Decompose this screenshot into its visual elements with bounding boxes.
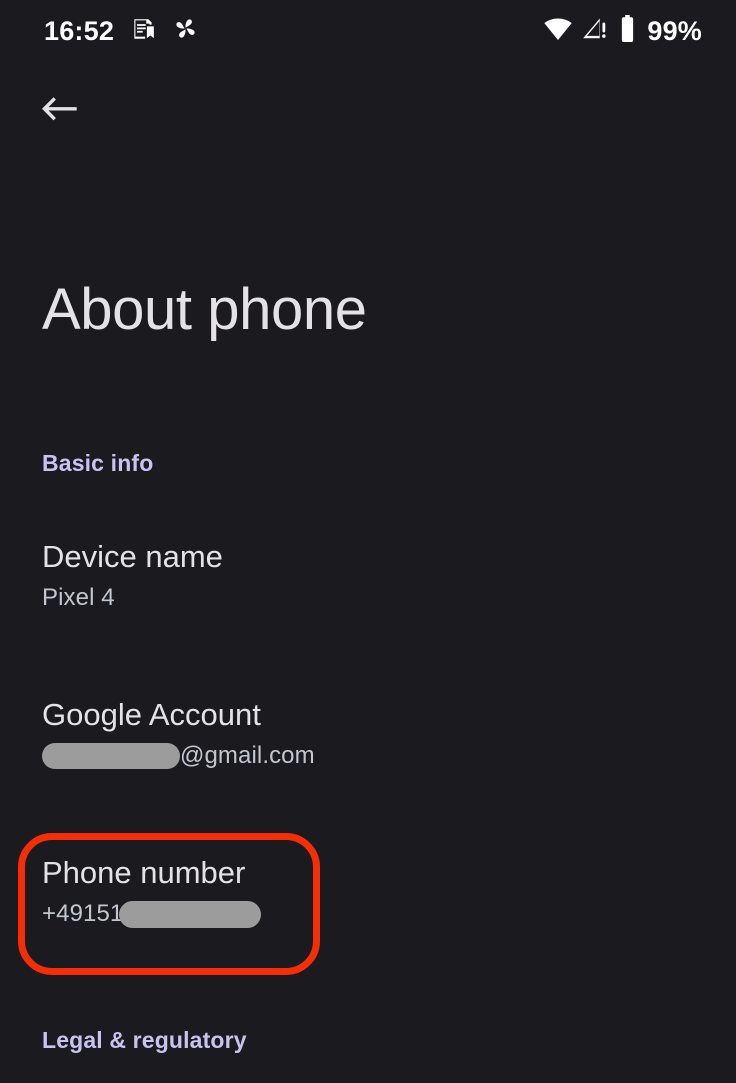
list-item-device-name[interactable]: Device name Pixel 4 <box>0 539 736 613</box>
google-account-value: @gmail.com <box>42 742 694 771</box>
status-bar-clock: 16:52 <box>44 15 115 46</box>
device-name-title: Device name <box>42 539 223 574</box>
page-title: About phone <box>42 277 367 342</box>
section-header-legal-regulatory: Legal & regulatory <box>42 1027 247 1053</box>
device-name-value: Pixel 4 <box>42 584 694 613</box>
back-button[interactable] <box>26 82 94 142</box>
google-account-domain-text: @gmail.com <box>180 741 315 769</box>
phone-number-title: Phone number <box>42 855 246 890</box>
pinwheel-icon <box>172 15 199 47</box>
google-account-title: Google Account <box>42 697 261 732</box>
phone-number-value: +49151 <box>42 900 694 929</box>
list-item-phone-number[interactable]: Phone number +49151 <box>0 855 736 929</box>
battery-icon <box>619 15 636 47</box>
wifi-icon <box>543 17 573 46</box>
phone-number-prefix-text: +49151 <box>42 899 124 927</box>
redaction-bar-phone-suffix <box>119 900 262 928</box>
section-header-basic-info: Basic info <box>42 450 154 476</box>
list-item-google-account[interactable]: Google Account @gmail.com <box>0 697 736 771</box>
status-bar-left: 16:52 <box>44 15 199 47</box>
redaction-bar-email-user <box>42 743 180 770</box>
device-name-value-text: Pixel 4 <box>42 583 115 611</box>
battery-percentage: 99% <box>647 15 702 46</box>
notes-icon <box>130 16 156 47</box>
status-bar: 16:52 99% <box>0 0 736 62</box>
back-arrow-icon <box>37 90 83 135</box>
cellular-no-service-icon <box>582 17 610 46</box>
status-bar-right: 99% <box>543 15 702 47</box>
